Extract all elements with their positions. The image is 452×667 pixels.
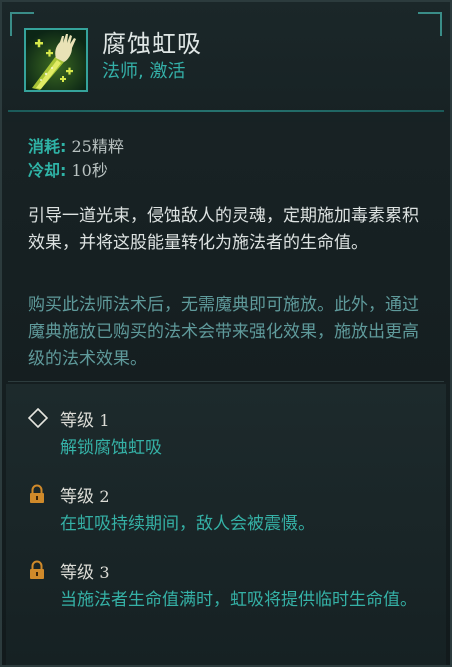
- ability-description: 引导一道光束，侵蚀敌人的灵魂，定期施加毒素累积效果，并将这股能量转化为施法者的生…: [28, 206, 419, 253]
- level-label: 等级: [60, 563, 94, 583]
- level-label: 等级: [60, 411, 94, 431]
- frame-corner-right: [418, 12, 442, 36]
- level-number: 3: [99, 563, 110, 582]
- level-number: 1: [99, 411, 110, 430]
- header-divider: [8, 110, 444, 112]
- ability-tooltip: 腐蚀虹吸 法师, 激活 消耗: 25精粹 冷却: 10秒 引导一道光束，侵蚀敌人…: [0, 0, 452, 667]
- corrosive-siphon-hand-icon: [26, 30, 86, 90]
- cooldown-value: 10秒: [71, 161, 108, 180]
- cost-label: 消耗:: [28, 137, 67, 156]
- ability-icon-frame: [24, 28, 88, 92]
- lock-icon: [30, 484, 44, 503]
- level-list: 等级 1 解锁腐蚀虹吸 等级 2 在虹吸持续期间，敌人会被震慑。 等级 3 当施…: [6, 384, 446, 665]
- ability-stats: 消耗: 25精粹 冷却: 10秒: [28, 135, 124, 183]
- level-heading: 等级 3: [60, 558, 110, 583]
- tooltip-header: 腐蚀虹吸 法师, 激活: [2, 2, 450, 122]
- level-description: 解锁腐蚀虹吸: [60, 438, 162, 458]
- cost-row: 消耗: 25精粹: [28, 135, 124, 159]
- level-description: 当施法者生命值满时，虹吸将提供临时生命值。: [60, 590, 417, 610]
- level-heading: 等级 1: [60, 406, 110, 431]
- cooldown-label: 冷却:: [28, 161, 67, 180]
- section-divider: [8, 381, 444, 382]
- level-label: 等级: [60, 487, 94, 507]
- ability-tags: 法师, 激活: [102, 61, 186, 82]
- purchase-note: 购买此法师法术后，无需魔典即可施放。此外，通过魔典施放已购买的法术会带来强化效果…: [28, 295, 419, 369]
- level-number: 2: [99, 487, 110, 506]
- ability-title: 腐蚀虹吸: [102, 30, 202, 58]
- level-heading: 等级 2: [60, 482, 110, 507]
- cooldown-row: 冷却: 10秒: [28, 159, 124, 183]
- cost-value: 25精粹: [71, 137, 124, 156]
- level-description: 在虹吸持续期间，敌人会被震慑。: [60, 514, 315, 534]
- lock-icon: [30, 560, 44, 579]
- diamond-icon: [28, 408, 48, 428]
